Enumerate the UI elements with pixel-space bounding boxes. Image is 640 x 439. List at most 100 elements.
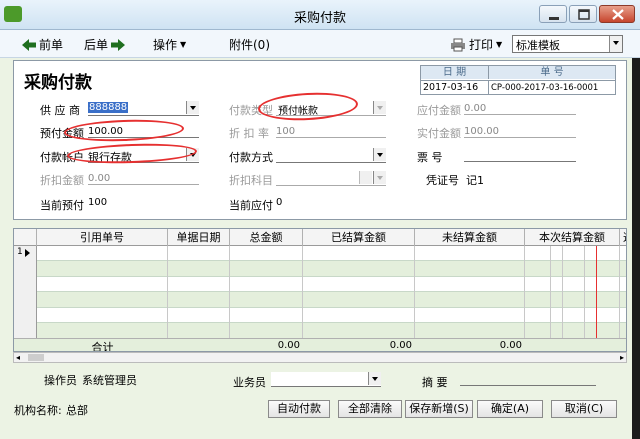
close-button[interactable] bbox=[599, 5, 635, 23]
total-label: 合计 bbox=[91, 341, 114, 352]
cancel-button[interactable]: 取消(C) bbox=[551, 400, 617, 418]
chevron-down-icon bbox=[186, 101, 199, 114]
clear-all-button[interactable]: 全部清除 bbox=[338, 400, 402, 418]
lookup-icon bbox=[359, 171, 372, 184]
chevron-down-icon bbox=[373, 148, 386, 161]
due-field: 0.00 bbox=[464, 101, 576, 115]
total-unsettled: 0.00 bbox=[499, 340, 522, 351]
prev-button[interactable]: 前单 bbox=[22, 36, 63, 53]
col-divider bbox=[302, 246, 303, 338]
annotation-ellipse bbox=[63, 117, 185, 144]
col-divider bbox=[414, 246, 415, 338]
col-current-settle: 本次结算金额 bbox=[525, 229, 620, 246]
attachment-label: 附件(0) bbox=[229, 38, 270, 52]
col-total: 总金额 bbox=[230, 229, 303, 246]
col-more: 这 bbox=[620, 229, 626, 246]
toolbar: 前单 后单 操作 ▼ 附件(0) 打印 ▼ 标准模板 bbox=[0, 30, 640, 58]
voucher-value: 记1 bbox=[466, 174, 484, 187]
salesman-label: 业务员 bbox=[233, 376, 266, 389]
actual-label: 实付金额 bbox=[417, 127, 461, 140]
col-divider bbox=[562, 246, 563, 338]
red-marker-line bbox=[596, 246, 597, 338]
operate-menu[interactable]: 操作 ▼ bbox=[153, 36, 186, 53]
supplier-label: 供 应 商 bbox=[40, 104, 80, 117]
annotation-ellipse bbox=[257, 90, 359, 123]
col-divider bbox=[584, 246, 585, 338]
discount-amount-label: 折扣金额 bbox=[40, 174, 84, 187]
date-value[interactable]: 2017-03-16 bbox=[421, 80, 489, 95]
scroll-left-icon[interactable]: ◂ bbox=[16, 353, 20, 362]
date-header: 日 期 bbox=[421, 66, 489, 79]
discount-amount-field: 0.00 bbox=[88, 171, 199, 185]
close-icon bbox=[612, 9, 624, 20]
grid-total-row: 合计 0.00 0.00 0.00 bbox=[14, 338, 626, 352]
chevron-down-icon bbox=[368, 372, 381, 385]
form-title: 采购付款 bbox=[24, 73, 92, 93]
operator-value: 系统管理员 bbox=[82, 374, 137, 387]
operator-label: 操作员 bbox=[44, 374, 77, 387]
row-number: 1 bbox=[17, 247, 23, 257]
prev-label: 前单 bbox=[39, 38, 64, 52]
actual-value: 100.00 bbox=[464, 126, 499, 137]
col-ref-number: 引用单号 bbox=[37, 229, 168, 246]
caret-down-icon: ▼ bbox=[496, 40, 503, 49]
discount-rate-field: 100 bbox=[276, 124, 386, 138]
operate-label: 操作 bbox=[153, 38, 178, 52]
voucher-label: 凭证号 bbox=[426, 174, 459, 187]
scroll-thumb[interactable] bbox=[28, 354, 44, 361]
summary-label: 摘 要 bbox=[422, 376, 448, 389]
ticket-field[interactable] bbox=[464, 148, 576, 162]
total-amount: 0.00 bbox=[277, 340, 300, 351]
current-prepay-label: 当前预付 bbox=[40, 199, 84, 212]
chevron-down-icon bbox=[609, 36, 622, 52]
grid-corner bbox=[14, 229, 37, 246]
minimize-button[interactable] bbox=[539, 5, 567, 23]
ok-button[interactable]: 确定(A) bbox=[477, 400, 543, 418]
current-prepay-value: 100 bbox=[88, 197, 108, 208]
number-value: CP-000-2017-03-16-0001 bbox=[489, 80, 615, 95]
current-due-value: 0 bbox=[276, 197, 283, 208]
grid-rows bbox=[37, 246, 626, 338]
maximize-button[interactable] bbox=[569, 5, 597, 23]
pay-method-combo[interactable] bbox=[276, 148, 386, 163]
attachment-button[interactable]: 附件(0) bbox=[229, 36, 270, 53]
due-label: 应付金额 bbox=[417, 104, 461, 117]
scroll-right-icon[interactable]: ▸ bbox=[620, 353, 624, 362]
doc-header-box: 日 期 单 号 2017-03-16 CP-000-2017-03-16-000… bbox=[420, 65, 616, 95]
actual-field: 100.00 bbox=[464, 124, 576, 138]
salesman-combo[interactable] bbox=[271, 372, 381, 387]
maximize-icon bbox=[578, 9, 590, 20]
chevron-down-icon bbox=[373, 171, 386, 184]
arrow-right-icon bbox=[111, 38, 126, 51]
chevron-down-icon bbox=[373, 101, 386, 114]
print-button[interactable]: 打印 ▼ bbox=[450, 36, 502, 53]
next-label: 后单 bbox=[84, 38, 109, 52]
save-new-button[interactable]: 保存新增(S) bbox=[405, 400, 473, 418]
col-divider bbox=[167, 246, 168, 338]
org-value: 总部 bbox=[66, 404, 88, 417]
title-bar: 采购付款 bbox=[0, 0, 640, 30]
settlement-grid: 引用单号 单据日期 总金额 已结算金额 未结算金额 本次结算金额 这 1 合计 … bbox=[13, 228, 627, 352]
col-divider bbox=[229, 246, 230, 338]
discount-amount-value: 0.00 bbox=[88, 173, 111, 184]
number-header: 单 号 bbox=[489, 66, 615, 79]
summary-field[interactable] bbox=[460, 372, 596, 386]
row-pointer-icon bbox=[25, 249, 30, 257]
current-due-label: 当前应付 bbox=[229, 199, 273, 212]
pay-method-label: 付款方式 bbox=[229, 151, 273, 164]
auto-pay-button[interactable]: 自动付款 bbox=[268, 400, 330, 418]
discount-subject-label: 折扣科目 bbox=[229, 174, 273, 187]
vertical-scrollbar[interactable] bbox=[632, 58, 640, 439]
grid-body[interactable]: 1 bbox=[14, 246, 626, 338]
discount-subject-combo bbox=[276, 171, 386, 186]
due-value: 0.00 bbox=[464, 103, 487, 114]
col-divider bbox=[524, 246, 525, 338]
col-doc-date: 单据日期 bbox=[168, 229, 230, 246]
next-button[interactable]: 后单 bbox=[84, 36, 126, 53]
horizontal-scrollbar[interactable]: ◂ ▸ bbox=[13, 352, 627, 363]
col-divider bbox=[550, 246, 551, 338]
supplier-value: 888888 bbox=[88, 102, 129, 113]
supplier-combo[interactable]: 888888 bbox=[88, 101, 199, 116]
total-settled: 0.00 bbox=[389, 340, 412, 351]
template-select[interactable]: 标准模板 bbox=[512, 35, 623, 53]
